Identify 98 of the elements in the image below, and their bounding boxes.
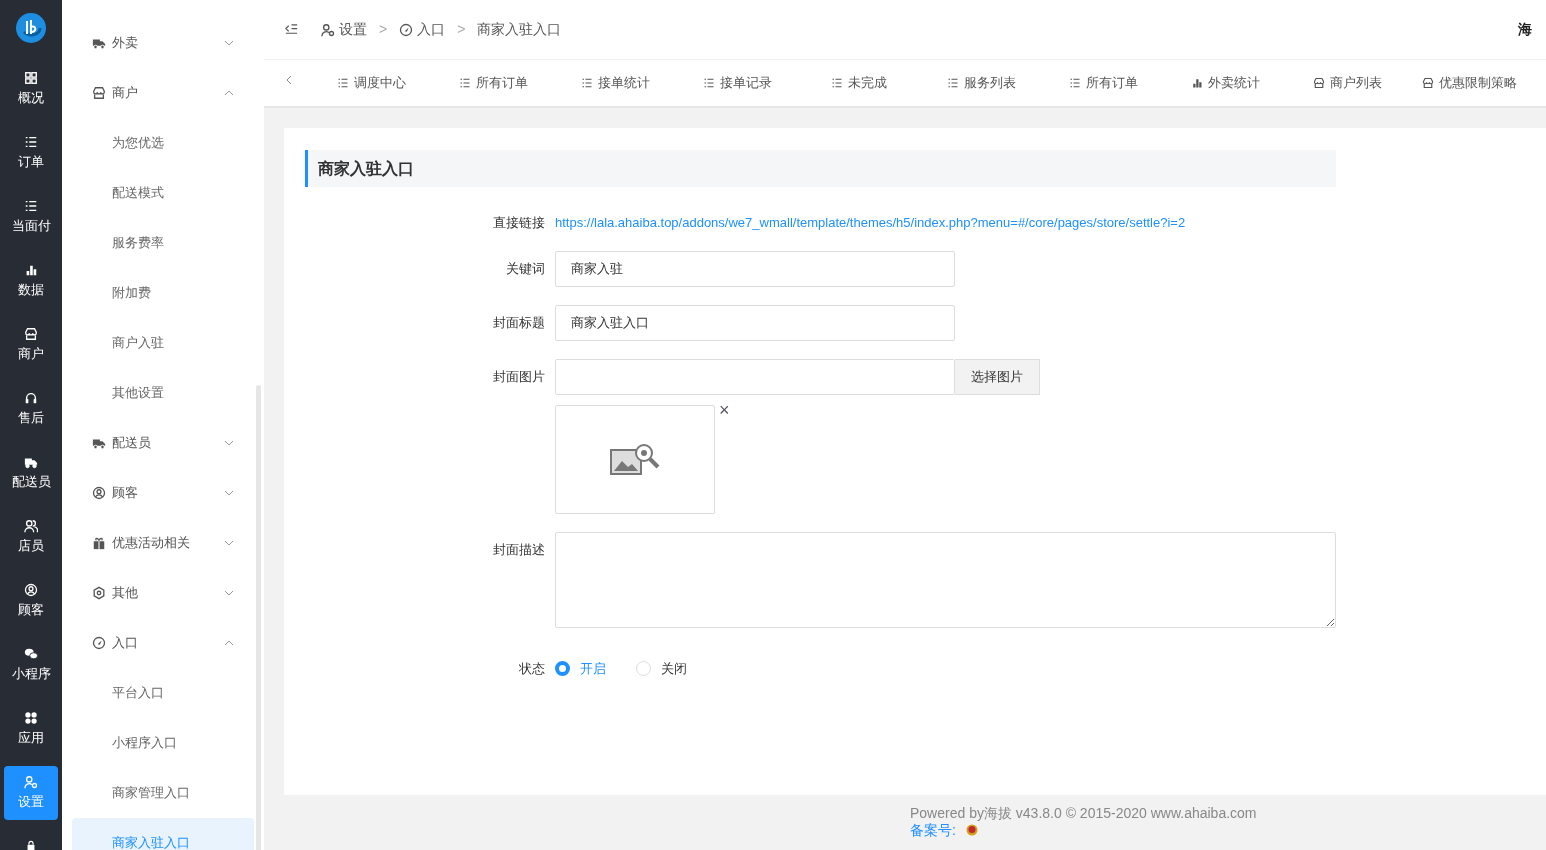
image-search-icon	[610, 442, 660, 476]
menu-item[interactable]: 其他设置	[72, 368, 254, 418]
menu-group[interactable]: 入口	[72, 618, 254, 668]
list-icon	[336, 77, 349, 89]
field-label: 封面标题	[492, 313, 546, 332]
input-field[interactable]: 商家入驻	[555, 250, 955, 287]
rail-item[interactable]: 当面付	[4, 190, 58, 244]
menu-item[interactable]: 平台入口	[72, 668, 254, 718]
menu-item[interactable]: 商家管理入口	[72, 768, 254, 818]
chevron-down-icon	[224, 588, 234, 598]
list-icon	[946, 77, 959, 89]
compass-icon	[92, 636, 106, 650]
gift-icon	[92, 536, 106, 550]
menu-item[interactable]: 附加费	[72, 268, 254, 318]
textarea-field[interactable]	[555, 531, 1336, 628]
tab[interactable]: 未完成	[798, 73, 920, 93]
chevron-down-icon	[224, 38, 234, 48]
chevron-up-icon	[224, 638, 234, 648]
menu-group[interactable]: 顾客	[72, 468, 254, 518]
chevron-down-icon	[224, 488, 234, 498]
compass-icon	[399, 22, 414, 37]
breadcrumb-item: 商家入驻入口	[477, 20, 562, 39]
rail-item[interactable]: 售后	[4, 382, 58, 436]
footer-text: Powered by海拔 v43.8.0 © 2015-2020 www.ahaiba.com	[910, 805, 1258, 822]
menu-group[interactable]: 商户	[72, 68, 254, 118]
list-icon	[831, 77, 843, 89]
rail-item[interactable]: 概况	[4, 62, 58, 116]
breadcrumb-item[interactable]: 入口	[399, 19, 446, 40]
rail-item[interactable]: 数据	[4, 254, 58, 308]
rail-item[interactable]: 订单	[4, 126, 58, 180]
menu-group[interactable]: 其他	[72, 568, 254, 618]
tab[interactable]: 外卖统计	[1164, 73, 1286, 93]
list-icon	[24, 198, 38, 213]
rail-item[interactable]: 配送员	[4, 446, 58, 500]
field-label: 直接链接	[492, 214, 546, 232]
input-field[interactable]	[555, 358, 955, 395]
menu-group[interactable]: 优惠活动相关	[72, 518, 254, 568]
menu-item[interactable]: 为您优选	[72, 118, 254, 168]
store-icon	[1312, 77, 1325, 89]
hexagon-icon	[92, 586, 106, 600]
tab[interactable]: 调度中心	[310, 73, 432, 93]
apps-icon	[24, 710, 38, 725]
user-gear-icon	[24, 774, 38, 789]
user-circle-icon	[24, 582, 38, 597]
menu-group[interactable]: 配送员	[72, 418, 254, 468]
chat-bubbles-icon	[24, 646, 38, 661]
list-icon	[580, 77, 593, 89]
list-icon	[458, 77, 471, 89]
radio-option[interactable]: 关闭	[636, 659, 687, 679]
rail-item[interactable]: 顾客	[4, 574, 58, 628]
rail-item[interactable]: 商户	[4, 318, 58, 372]
scroll-left-icon[interactable]	[284, 75, 294, 85]
tab[interactable]: 接单记录	[676, 73, 798, 93]
store-icon	[92, 86, 106, 100]
field-label: 状态	[518, 660, 546, 678]
store-icon	[1421, 77, 1434, 89]
store-icon	[24, 326, 38, 341]
logo	[15, 12, 47, 44]
field-label: 关键词	[505, 259, 546, 278]
list-icon	[1068, 77, 1081, 89]
emblem-icon	[965, 824, 978, 837]
chevron-up-icon	[224, 88, 234, 98]
field-label: 封面图片	[492, 367, 546, 386]
menu-item[interactable]: 服务费率	[72, 218, 254, 268]
user-name[interactable]: 海	[1518, 19, 1532, 40]
breadcrumb-separator: >	[379, 20, 388, 39]
menu-item[interactable]: 配送模式	[72, 168, 254, 218]
tab[interactable]: 所有订单	[432, 73, 554, 93]
menu-item[interactable]: 小程序入口	[72, 718, 254, 768]
menu-group[interactable]: 外卖	[72, 18, 254, 68]
field-label: 封面描述	[492, 540, 546, 559]
menu-item[interactable]: 商户入驻	[72, 318, 254, 368]
headset-icon	[24, 390, 38, 405]
people-icon	[24, 518, 38, 533]
close-button[interactable]: ×	[719, 400, 730, 419]
input-field[interactable]: 商家入驻入口	[555, 304, 955, 341]
list-icon	[24, 134, 38, 149]
bar-chart-icon	[1190, 77, 1203, 89]
list-icon	[702, 77, 715, 89]
grid-icon	[24, 70, 38, 85]
tab[interactable]: 优惠限制策略	[1408, 73, 1530, 93]
rail-item[interactable]: 店员	[4, 510, 58, 564]
breadcrumb-item[interactable]: 设置	[321, 19, 367, 40]
tab[interactable]: 接单统计	[554, 73, 676, 93]
chevron-down-icon	[224, 438, 234, 448]
rail-item[interactable]: 小程序	[4, 638, 58, 692]
section-title: 商家入驻入口	[305, 150, 1336, 187]
tab[interactable]: 所有订单	[1042, 73, 1164, 93]
chevron-down-icon	[224, 538, 234, 548]
menu-collapse-icon[interactable]	[284, 22, 299, 37]
tab[interactable]: 服务列表	[920, 73, 1042, 93]
rail-item[interactable]: 应用	[4, 702, 58, 756]
choose-image-button[interactable]: 选择图片	[955, 358, 1040, 395]
tab[interactable]: 商户列表	[1286, 73, 1408, 93]
user-gear-icon	[321, 22, 335, 37]
breadcrumb-separator: >	[457, 20, 466, 39]
user-circle-icon	[92, 486, 106, 500]
scrollbar[interactable]	[256, 385, 261, 850]
